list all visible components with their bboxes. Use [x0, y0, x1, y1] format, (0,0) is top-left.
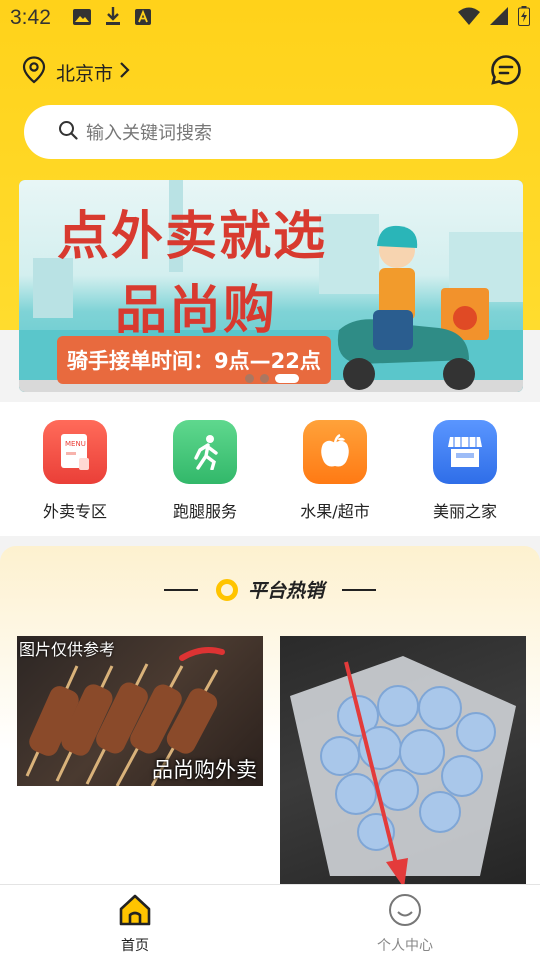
bottom-nav: 首页 个人中心 [0, 884, 540, 960]
menu-icon: MENU [43, 420, 107, 484]
app-a-icon [134, 6, 151, 30]
tab-profile[interactable]: 个人中心 [270, 885, 540, 960]
product-card[interactable] [280, 636, 526, 886]
runner-icon [173, 420, 237, 484]
banner-title-line2: 品尚购 [115, 281, 278, 341]
category-grid: MENU 外卖专区 跑腿服务 水果/超市 美丽之家 [0, 402, 540, 536]
location-row: 北京市 [22, 54, 522, 90]
category-errand[interactable]: 跑腿服务 [150, 420, 260, 536]
banner-title-line1: 点外卖就选 [57, 207, 328, 267]
ring-icon [215, 578, 238, 601]
smile-profile-icon [388, 893, 422, 931]
image-watermark: 品尚购外卖 [152, 758, 257, 782]
apple-icon [303, 420, 367, 484]
banner-dot[interactable] [260, 374, 269, 383]
product-card[interactable]: 图片仅供参考 品尚购外卖 [17, 636, 263, 886]
svg-text:MENU: MENU [65, 440, 86, 448]
hot-products-section: 平台热销 图片仅供参考 品尚购外卖 [0, 546, 540, 886]
message-icon[interactable] [490, 54, 522, 90]
status-bar: 3:42 [0, 0, 540, 36]
tab-label: 首页 [121, 938, 149, 954]
category-label: 跑腿服务 [172, 502, 237, 521]
search-input[interactable]: 输入关键词搜索 [86, 119, 212, 145]
chevron-right-icon[interactable] [119, 61, 131, 83]
image-notification-icon [72, 6, 91, 30]
category-takeout[interactable]: MENU 外卖专区 [20, 420, 130, 536]
tab-label: 个人中心 [377, 938, 433, 954]
category-fruit-market[interactable]: 水果/超市 [280, 420, 390, 536]
category-beauty-home[interactable]: 美丽之家 [410, 420, 520, 536]
promo-banner[interactable]: 点外卖就选 品尚购 骑手接单时间：9点—22点 [19, 180, 523, 392]
banner-dot[interactable] [245, 374, 254, 383]
category-label: 外卖专区 [42, 502, 107, 521]
banner-dot-active[interactable] [275, 374, 299, 383]
image-disclaimer: 图片仅供参考 [19, 640, 116, 659]
location-pin-icon[interactable] [22, 56, 46, 88]
search-icon [58, 120, 78, 144]
section-header: 平台热销 [0, 576, 540, 603]
delivery-rider-illustration [337, 225, 489, 390]
category-label: 美丽之家 [432, 502, 497, 521]
category-label: 水果/超市 [300, 502, 370, 521]
wifi-icon [458, 6, 480, 30]
tab-home[interactable]: 首页 [0, 885, 270, 960]
status-time: 3:42 [10, 6, 51, 29]
battery-icon [518, 5, 530, 31]
city-selector[interactable]: 北京市 [56, 59, 113, 86]
banner-pagination[interactable] [245, 374, 299, 383]
red-arrow-annotation [344, 661, 408, 886]
signal-icon [490, 6, 508, 30]
search-bar[interactable]: 输入关键词搜索 [24, 105, 518, 159]
download-icon [105, 6, 121, 30]
divider-line [342, 588, 376, 591]
store-icon [433, 420, 497, 484]
home-icon [117, 893, 153, 931]
divider-line [163, 588, 198, 591]
section-title: 平台热销 [247, 580, 324, 602]
